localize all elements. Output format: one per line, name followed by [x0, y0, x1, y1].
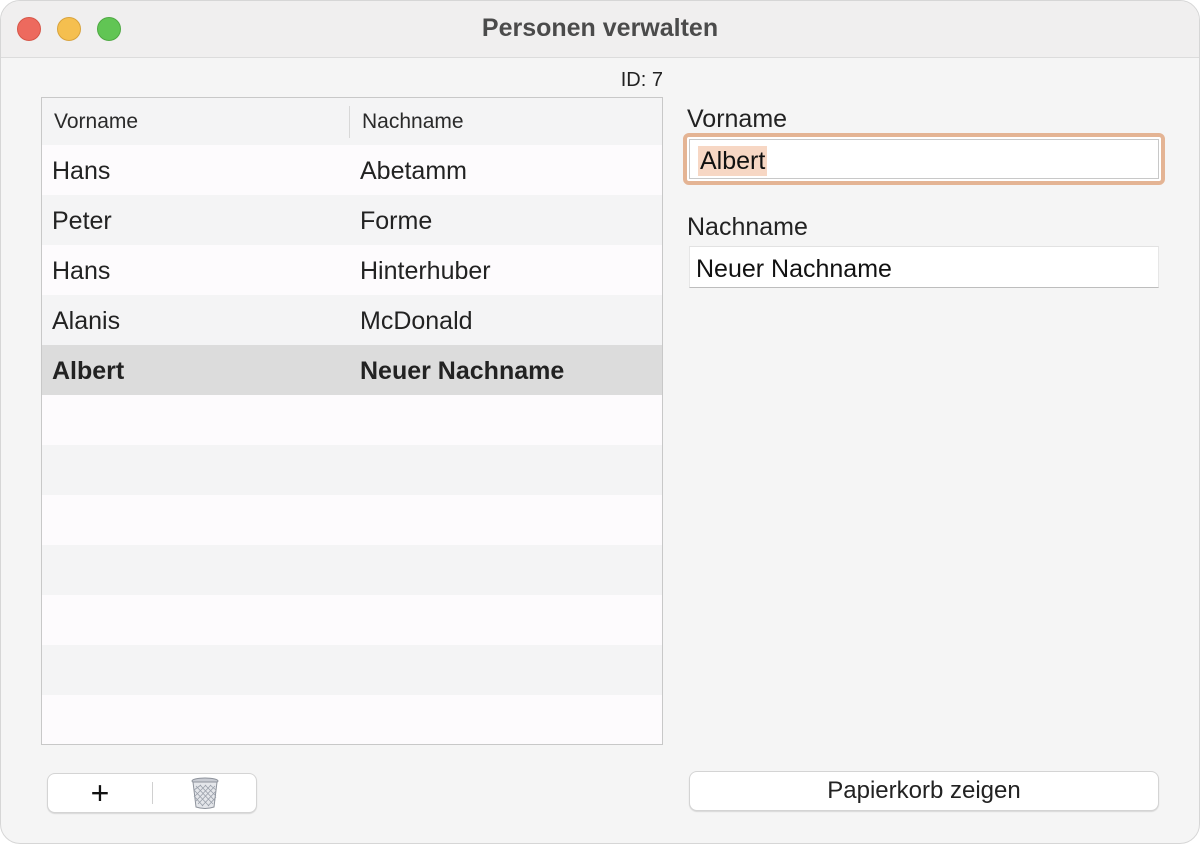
window-title: Personen verwalten	[481, 14, 719, 42]
nachname-label: Nachname	[687, 213, 808, 241]
window: Personen verwalten ID: 7 Vorname Nachnam…	[0, 0, 1200, 844]
table-row-selected[interactable]: Albert Neuer Nachname	[42, 345, 662, 395]
cell-nachname: Hinterhuber	[360, 257, 491, 285]
cell-nachname: Forme	[360, 207, 433, 235]
column-header-vorname[interactable]: Vorname	[54, 110, 138, 134]
empty-row	[42, 445, 662, 495]
vorname-label: Vorname	[687, 105, 788, 133]
vorname-field-value[interactable]: Albert	[698, 146, 768, 176]
delete-person-button[interactable]	[153, 774, 256, 812]
empty-row	[42, 395, 662, 445]
cell-vorname: Peter	[52, 207, 112, 235]
add-person-button[interactable]: +	[48, 774, 152, 812]
cell-vorname: Hans	[52, 257, 111, 285]
empty-row	[42, 545, 662, 595]
empty-row	[42, 645, 662, 695]
empty-row	[42, 495, 662, 545]
cell-vorname: Alanis	[52, 307, 121, 335]
column-divider[interactable]	[349, 106, 350, 138]
column-header-nachname[interactable]: Nachname	[362, 110, 464, 134]
cell-nachname: Neuer Nachname	[360, 357, 565, 385]
table-row[interactable]: Alanis McDonald	[42, 295, 662, 345]
cell-nachname: Abetamm	[360, 157, 467, 185]
table-row[interactable]: Peter Forme	[42, 195, 662, 245]
nachname-field-value[interactable]: Neuer Nachname	[696, 255, 892, 284]
record-id-label: ID: 7	[620, 69, 663, 91]
title-bar: Personen verwalten	[1, 1, 1199, 58]
table-row[interactable]: Hans Hinterhuber	[42, 245, 662, 295]
show-trash-button[interactable]: Papierkorb zeigen	[689, 771, 1159, 811]
cell-vorname: Hans	[52, 157, 111, 185]
empty-row	[42, 695, 662, 744]
table-row[interactable]: Hans Abetamm	[42, 145, 662, 195]
cell-vorname: Albert	[52, 357, 125, 385]
trash-icon	[191, 777, 219, 809]
empty-row	[42, 595, 662, 645]
vorname-field[interactable]: Albert	[683, 133, 1165, 185]
add-remove-segmented-control: +	[47, 773, 257, 813]
persons-table[interactable]: Vorname Nachname Hans Abetamm Peter Form…	[41, 97, 663, 745]
table-rows: Hans Abetamm Peter Forme Hans Hinterhube…	[42, 145, 662, 744]
nachname-field[interactable]: Neuer Nachname	[689, 246, 1159, 288]
cell-nachname: McDonald	[360, 307, 473, 335]
table-header: Vorname Nachname	[42, 98, 662, 146]
vorname-field-inner[interactable]: Albert	[689, 139, 1159, 179]
